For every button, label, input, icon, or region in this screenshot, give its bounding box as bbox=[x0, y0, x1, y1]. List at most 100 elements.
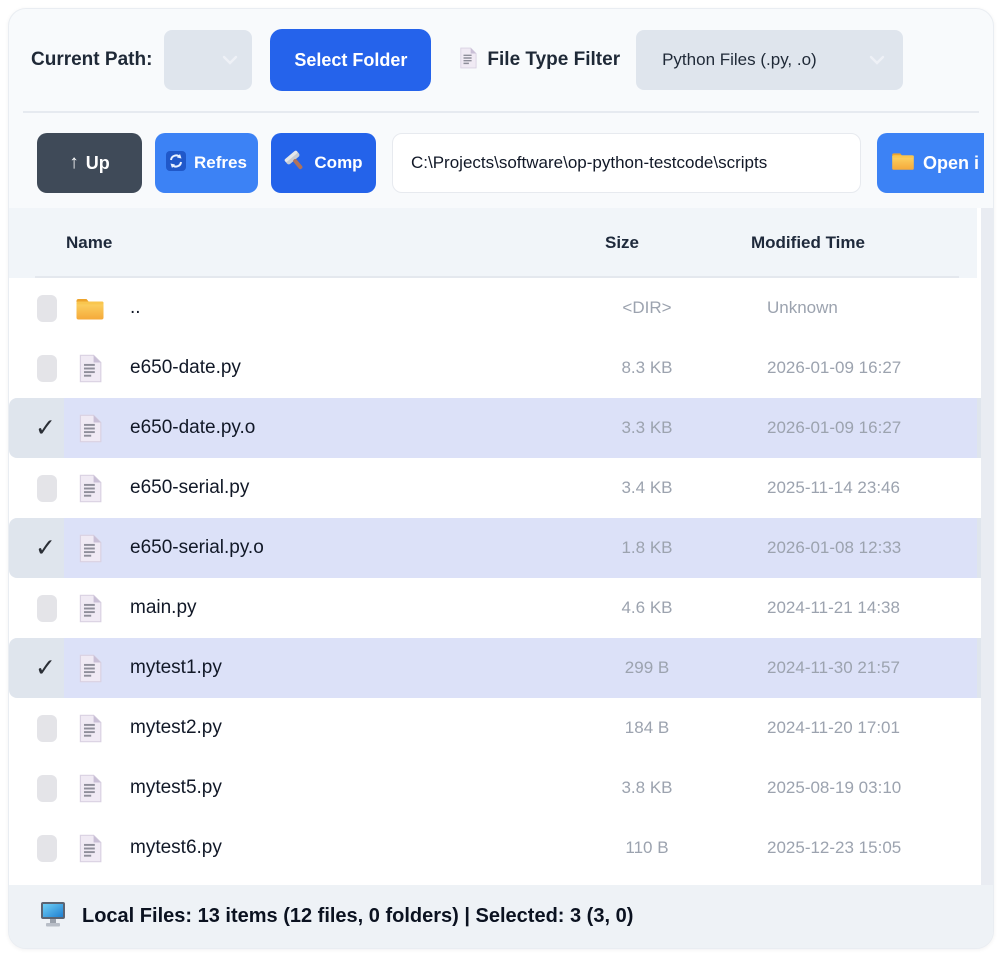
chevron-down-icon bbox=[222, 55, 238, 65]
folder-icon bbox=[891, 151, 915, 176]
file-modified-time: 2026-01-09 16:27 bbox=[747, 418, 977, 438]
toolbar-divider bbox=[23, 111, 979, 113]
table-rows: .. <DIR> Unknown e650-date.py 8.3 KB 202… bbox=[9, 278, 993, 885]
file-name: e650-serial.py bbox=[130, 477, 547, 499]
file-icon bbox=[72, 834, 108, 863]
file-modified-time: Unknown bbox=[747, 298, 977, 318]
checkmark-icon[interactable]: ✓ bbox=[35, 536, 56, 561]
file-size: 1.8 KB bbox=[547, 538, 747, 558]
file-manager-panel: Current Path: Select Folder File Type Fi… bbox=[8, 8, 994, 949]
row-checkbox[interactable] bbox=[37, 595, 57, 622]
table-header: Name Size Modified Time bbox=[9, 208, 977, 278]
table-row[interactable]: mytest5.py 3.8 KB 2025-08-19 03:10 bbox=[9, 758, 993, 818]
file-size: 8.3 KB bbox=[547, 358, 747, 378]
file-icon bbox=[72, 474, 108, 503]
file-name: mytest6.py bbox=[130, 837, 547, 859]
row-gutter: ✓ bbox=[9, 398, 64, 458]
file-name: .. bbox=[130, 297, 547, 319]
row-gutter bbox=[9, 458, 64, 518]
table-row[interactable]: .. <DIR> Unknown bbox=[9, 278, 993, 338]
file-name: e650-date.py bbox=[130, 357, 547, 379]
file-icon bbox=[72, 354, 108, 383]
row-checkbox[interactable] bbox=[37, 715, 57, 742]
checkmark-icon[interactable]: ✓ bbox=[35, 416, 56, 441]
file-size: 184 B bbox=[547, 718, 747, 738]
file-modified-time: 2025-12-23 15:05 bbox=[747, 838, 977, 858]
file-modified-time: 2025-08-19 03:10 bbox=[747, 778, 977, 798]
open-in-explorer-button[interactable]: Open i bbox=[877, 133, 984, 193]
navigation-row: ↑ Up Refres bbox=[37, 133, 984, 193]
file-type-filter-select[interactable]: Python Files (.py, .o) bbox=[636, 30, 903, 90]
row-gutter bbox=[9, 578, 64, 638]
table-row[interactable]: e650-serial.py 3.4 KB 2025-11-14 23:46 bbox=[9, 458, 993, 518]
file-name: mytest1.py bbox=[130, 657, 547, 679]
table-row[interactable]: ✓ e650-date.py.o 3.3 KB 2026-01-09 16:27 bbox=[9, 398, 993, 458]
file-modified-time: 2024-11-20 17:01 bbox=[747, 718, 977, 738]
row-gutter bbox=[9, 338, 64, 398]
file-size: 3.8 KB bbox=[547, 778, 747, 798]
file-name: e650-date.py.o bbox=[130, 417, 547, 439]
select-folder-button[interactable]: Select Folder bbox=[270, 29, 431, 91]
up-button[interactable]: ↑ Up bbox=[37, 133, 142, 193]
row-gutter bbox=[9, 818, 64, 878]
file-name: e650-serial.py.o bbox=[130, 537, 547, 559]
path-input[interactable] bbox=[392, 133, 861, 193]
row-checkbox[interactable] bbox=[37, 475, 57, 502]
table-row[interactable]: mytest2.py 184 B 2024-11-20 17:01 bbox=[9, 698, 993, 758]
file-size: 3.4 KB bbox=[547, 478, 747, 498]
file-icon bbox=[72, 534, 108, 563]
column-header-name: Name bbox=[9, 233, 547, 253]
file-name: main.py bbox=[130, 597, 547, 619]
file-size: 4.6 KB bbox=[547, 598, 747, 618]
folder-icon bbox=[72, 296, 108, 321]
refresh-icon bbox=[166, 151, 186, 176]
status-text: Local Files: 13 items (12 files, 0 folde… bbox=[82, 905, 633, 928]
file-modified-time: 2024-11-21 14:38 bbox=[747, 598, 977, 618]
up-arrow-icon: ↑ bbox=[69, 152, 79, 174]
file-size: 110 B bbox=[547, 838, 747, 858]
table-scrollbar[interactable] bbox=[981, 208, 993, 885]
refresh-button[interactable]: Refres bbox=[155, 133, 258, 193]
file-modified-time: 2026-01-08 12:33 bbox=[747, 538, 977, 558]
row-checkbox[interactable] bbox=[37, 775, 57, 802]
file-icon bbox=[72, 414, 108, 443]
row-gutter bbox=[9, 278, 64, 338]
file-icon bbox=[72, 714, 108, 743]
toolbar-section: Current Path: Select Folder File Type Fi… bbox=[9, 9, 993, 208]
table-row[interactable]: ✓ mytest1.py 299 B 2024-11-30 21:57 bbox=[9, 638, 993, 698]
column-header-size: Size bbox=[547, 233, 747, 253]
path-history-select[interactable] bbox=[164, 30, 252, 90]
file-icon bbox=[72, 594, 108, 623]
current-path-label: Current Path: bbox=[31, 49, 152, 71]
compile-button[interactable]: Comp bbox=[271, 133, 376, 193]
table-row[interactable]: main.py 4.6 KB 2024-11-21 14:38 bbox=[9, 578, 993, 638]
file-icon bbox=[72, 774, 108, 803]
file-type-filter-label: File Type Filter bbox=[487, 49, 620, 71]
checkmark-icon[interactable]: ✓ bbox=[35, 656, 56, 681]
column-header-modified: Modified Time bbox=[747, 233, 977, 253]
file-size: 299 B bbox=[547, 658, 747, 678]
row-gutter bbox=[9, 698, 64, 758]
table-row[interactable]: e650-date.py 8.3 KB 2026-01-09 16:27 bbox=[9, 338, 993, 398]
path-selector-row: Current Path: Select Folder File Type Fi… bbox=[31, 29, 984, 91]
file-icon bbox=[72, 654, 108, 683]
file-table: Name Size Modified Time .. <DIR> Unknown… bbox=[9, 208, 993, 885]
table-row[interactable]: mytest6.py 110 B 2025-12-23 15:05 bbox=[9, 818, 993, 878]
file-modified-time: 2024-11-30 21:57 bbox=[747, 658, 977, 678]
status-bar: Local Files: 13 items (12 files, 0 folde… bbox=[9, 885, 993, 948]
table-row[interactable]: ✓ e650-serial.py.o 1.8 KB 2026-01-08 12:… bbox=[9, 518, 993, 578]
file-type-filter-value: Python Files (.py, .o) bbox=[662, 50, 817, 70]
file-modified-time: 2025-11-14 23:46 bbox=[747, 478, 977, 498]
chevron-down-icon bbox=[869, 55, 885, 65]
row-checkbox[interactable] bbox=[37, 355, 57, 382]
document-icon bbox=[459, 47, 477, 74]
file-name: mytest5.py bbox=[130, 777, 547, 799]
computer-icon bbox=[39, 901, 67, 933]
file-size: <DIR> bbox=[547, 298, 747, 318]
row-checkbox[interactable] bbox=[37, 835, 57, 862]
file-size: 3.3 KB bbox=[547, 418, 747, 438]
row-gutter bbox=[9, 758, 64, 818]
row-checkbox[interactable] bbox=[37, 295, 57, 322]
hammer-icon bbox=[284, 150, 306, 177]
file-modified-time: 2026-01-09 16:27 bbox=[747, 358, 977, 378]
